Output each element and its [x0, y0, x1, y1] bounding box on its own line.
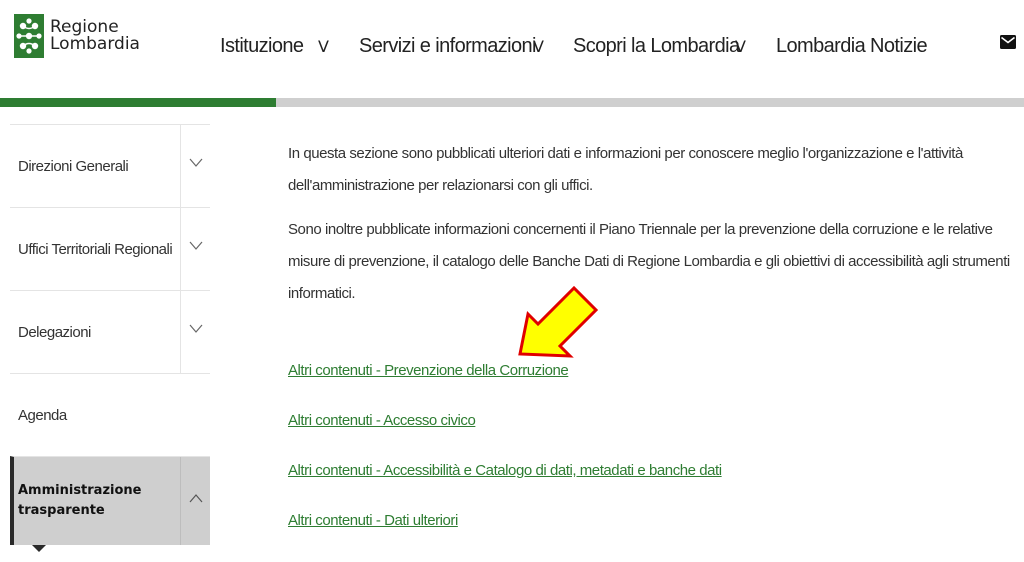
sidebar-item-delegazioni[interactable]: Delegazioni	[10, 290, 210, 373]
link-prevenzione-corruzione[interactable]: Altri contenuti - Prevenzione della Corr…	[288, 362, 722, 412]
sidebar-item-label: Amministrazione trasparente	[18, 483, 142, 518]
sidebar-item-label: Delegazioni	[18, 323, 91, 341]
sidebar-item-label: Uffici Territoriali Regionali	[18, 240, 173, 258]
link-dati-ulteriori[interactable]: Altri contenuti - Dati ulteriori	[288, 512, 722, 562]
sidebar-expand-toggle[interactable]	[180, 125, 211, 207]
chevron-down-icon[interactable]: ᐯ	[533, 37, 544, 57]
sidebar: Direzioni Generali Uffici Territoriali R…	[10, 124, 211, 552]
active-caret-icon	[32, 545, 46, 552]
link-accessibilita-catalogo[interactable]: Altri contenuti - Accessibilità e Catalo…	[288, 462, 722, 512]
chevron-down-icon	[189, 158, 203, 167]
chevron-up-icon	[189, 494, 203, 503]
sidebar-expand-toggle[interactable]	[180, 291, 211, 373]
rosa-camuna-logo-icon	[14, 14, 44, 58]
sidebar-item-uffici-territoriali[interactable]: Uffici Territoriali Regionali	[10, 207, 210, 290]
nav-item-notizie[interactable]: Lombardia Notizie	[776, 35, 928, 58]
nav-item-scopri[interactable]: Scopri la Lombardia	[573, 35, 740, 58]
chevron-down-icon	[189, 241, 203, 250]
intro-paragraph: In questa sezione sono pubblicati ulteri…	[288, 145, 963, 194]
chevron-down-icon[interactable]: ᐯ	[735, 37, 746, 57]
sidebar-item-label: Agenda	[18, 406, 67, 424]
sidebar-item-agenda[interactable]: Agenda	[10, 373, 210, 456]
site-header: Regione Lombardia Istituzione ᐯ Servizi …	[0, 0, 1024, 98]
link-accesso-civico[interactable]: Altri contenuti - Accesso civico	[288, 412, 722, 462]
page-progress-bar	[0, 98, 1024, 107]
logo-line-2: Lombardia	[50, 34, 140, 54]
links-list: Altri contenuti - Prevenzione della Corr…	[288, 362, 722, 562]
sidebar-expand-toggle[interactable]	[180, 208, 211, 290]
chevron-down-icon	[189, 324, 203, 333]
intro-paragraph-2: Sono inoltre pubblicate informazioni con…	[288, 221, 1010, 302]
envelope-icon[interactable]	[1000, 35, 1016, 49]
sidebar-collapse-toggle[interactable]	[180, 457, 211, 545]
chevron-down-icon[interactable]: ᐯ	[318, 37, 329, 57]
page-progress-fill	[0, 98, 277, 107]
yellow-pointer-arrow-icon	[518, 285, 599, 358]
nav-item-istituzione[interactable]: Istituzione	[220, 35, 304, 58]
sidebar-item-direzioni-generali[interactable]: Direzioni Generali	[10, 124, 210, 207]
nav-item-servizi[interactable]: Servizi e informazioni	[359, 35, 536, 58]
sidebar-item-label: Direzioni Generali	[18, 157, 129, 175]
regione-lombardia-logo[interactable]: Regione Lombardia	[14, 14, 140, 58]
logo-wordmark: Regione Lombardia	[50, 19, 140, 53]
main-content: In questa sezione sono pubblicati ulteri…	[288, 138, 1024, 322]
sidebar-item-amministrazione-trasparente[interactable]: Amministrazione trasparente	[10, 456, 211, 552]
